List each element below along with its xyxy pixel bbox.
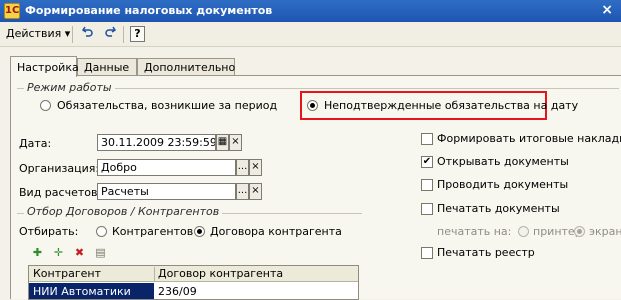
actions-menu-button[interactable]: Действия ▾ xyxy=(6,27,70,40)
select-button[interactable]: ... xyxy=(236,183,249,200)
organization-label: Организация: xyxy=(19,162,100,175)
calendar-icon[interactable]: ▦ xyxy=(216,134,229,151)
filter-table: Контрагент Договор контрагента НИИ Автом… xyxy=(28,265,359,300)
mode-unconfirmed-radio[interactable] xyxy=(307,100,318,111)
organization-field[interactable]: Добро xyxy=(97,159,236,176)
table-icon[interactable]: ▤ xyxy=(93,247,108,260)
calculation-type-field[interactable]: Расчеты xyxy=(97,183,236,200)
print-screen-label: экран xyxy=(589,225,621,238)
help-button[interactable]: ? xyxy=(130,26,145,42)
tab-data[interactable]: Данные xyxy=(77,58,137,76)
table-header: Контрагент Договор контрагента xyxy=(29,266,358,282)
close-icon[interactable]: × xyxy=(601,2,613,18)
final-invoices-checkbox[interactable] xyxy=(421,133,433,145)
clear-icon[interactable]: × xyxy=(229,134,242,151)
clear-icon[interactable]: × xyxy=(249,159,262,176)
toolbar-separator xyxy=(72,26,73,43)
select-button[interactable]: ... xyxy=(236,159,249,176)
tab-additional[interactable]: Дополнительно xyxy=(137,58,235,76)
actions-menu-label: Действия xyxy=(6,27,62,40)
post-documents-checkbox[interactable] xyxy=(421,179,433,191)
date-field[interactable]: 30.11.2009 23:59:59 xyxy=(97,134,216,151)
delete-row-icon[interactable]: ✖ xyxy=(72,247,87,260)
print-documents-checkbox[interactable] xyxy=(421,203,433,215)
mode-unconfirmed-label: Неподтвержденные обязательства на дату xyxy=(324,99,579,112)
print-on-label: печатать на: xyxy=(437,225,512,238)
undo-arrow-icon[interactable] xyxy=(78,25,98,44)
post-documents-label: Проводить документы xyxy=(437,178,569,191)
contractor-cell: НИИ Автоматики xyxy=(33,285,131,298)
print-registry-label: Печатать реестр xyxy=(437,246,535,259)
print-printer-radio[interactable] xyxy=(518,226,529,237)
table-row[interactable]: НИИ Автоматики 236/09 xyxy=(29,283,358,299)
mode-period-radio[interactable] xyxy=(40,100,51,111)
chevron-down-icon: ▾ xyxy=(64,27,71,40)
redo-arrow-icon[interactable] xyxy=(100,25,120,44)
contract-cell: 236/09 xyxy=(158,285,197,298)
toolbar-separator xyxy=(123,26,124,43)
print-screen-radio[interactable] xyxy=(574,226,585,237)
window-title: Формирование налоговых документов xyxy=(25,4,273,17)
toolbar: Действия ▾ ? xyxy=(0,22,621,47)
final-invoices-label: Формировать итоговые накладные xyxy=(437,132,621,145)
print-documents-label: Печатать документы xyxy=(437,202,560,215)
open-documents-label: Открывать документы xyxy=(437,155,569,168)
add-group-icon[interactable]: ✛ xyxy=(51,247,66,260)
print-registry-checkbox[interactable] xyxy=(421,247,433,259)
filter-contracts-radio[interactable] xyxy=(194,226,205,237)
filter-select-label: Отбирать: xyxy=(19,225,79,238)
calculation-type-label: Вид расчетов: xyxy=(19,186,102,199)
column-divider xyxy=(154,267,155,281)
clear-icon[interactable]: × xyxy=(249,183,262,200)
filter-legend: Отбор Договоров / Контрагентов xyxy=(24,205,223,218)
add-row-icon[interactable]: ✚ xyxy=(30,247,45,260)
app-icon: 1С xyxy=(4,3,20,19)
filter-contractors-radio[interactable] xyxy=(96,226,107,237)
window-title-bar: 1С Формирование налоговых документов × xyxy=(0,0,621,22)
date-label: Дата: xyxy=(19,137,52,150)
mode-legend: Режим работы xyxy=(24,81,115,94)
filter-contracts-label: Договора контрагента xyxy=(210,225,342,238)
mode-period-label: Обязательства, возникшие за период xyxy=(57,99,278,112)
settings-panel: Режим работы Обязательства, возникшие за… xyxy=(10,75,621,300)
tab-settings[interactable]: Настройка xyxy=(10,56,79,77)
column-header-contract: Договор контрагента xyxy=(158,267,284,280)
filter-contractors-label: Контрагентов xyxy=(112,225,194,238)
column-header-contractor: Контрагент xyxy=(33,267,102,280)
open-documents-checkbox[interactable]: ✔ xyxy=(421,156,433,168)
